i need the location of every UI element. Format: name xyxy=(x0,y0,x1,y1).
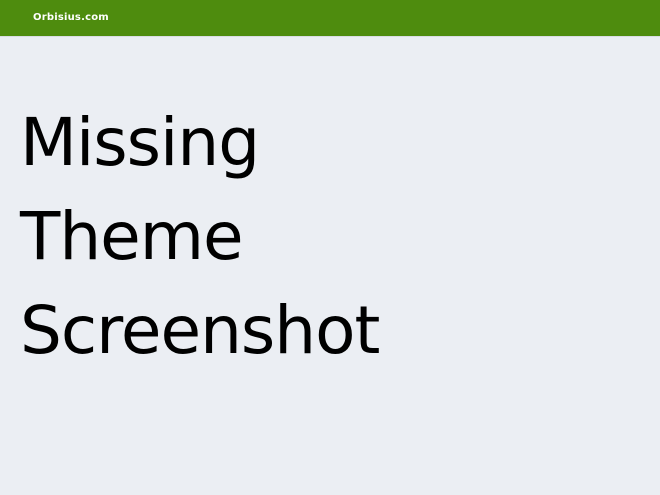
headline-line-1: Missing xyxy=(20,104,260,181)
main-content: Missing Theme Screenshot xyxy=(20,96,620,378)
headline-line-2: Theme xyxy=(20,198,244,275)
missing-screenshot-text: Missing Theme Screenshot xyxy=(20,96,620,378)
brand-name: Orbisius.com xyxy=(33,12,109,23)
header-bar: Orbisius.com xyxy=(0,0,660,37)
headline-line-3: Screenshot xyxy=(20,292,380,369)
